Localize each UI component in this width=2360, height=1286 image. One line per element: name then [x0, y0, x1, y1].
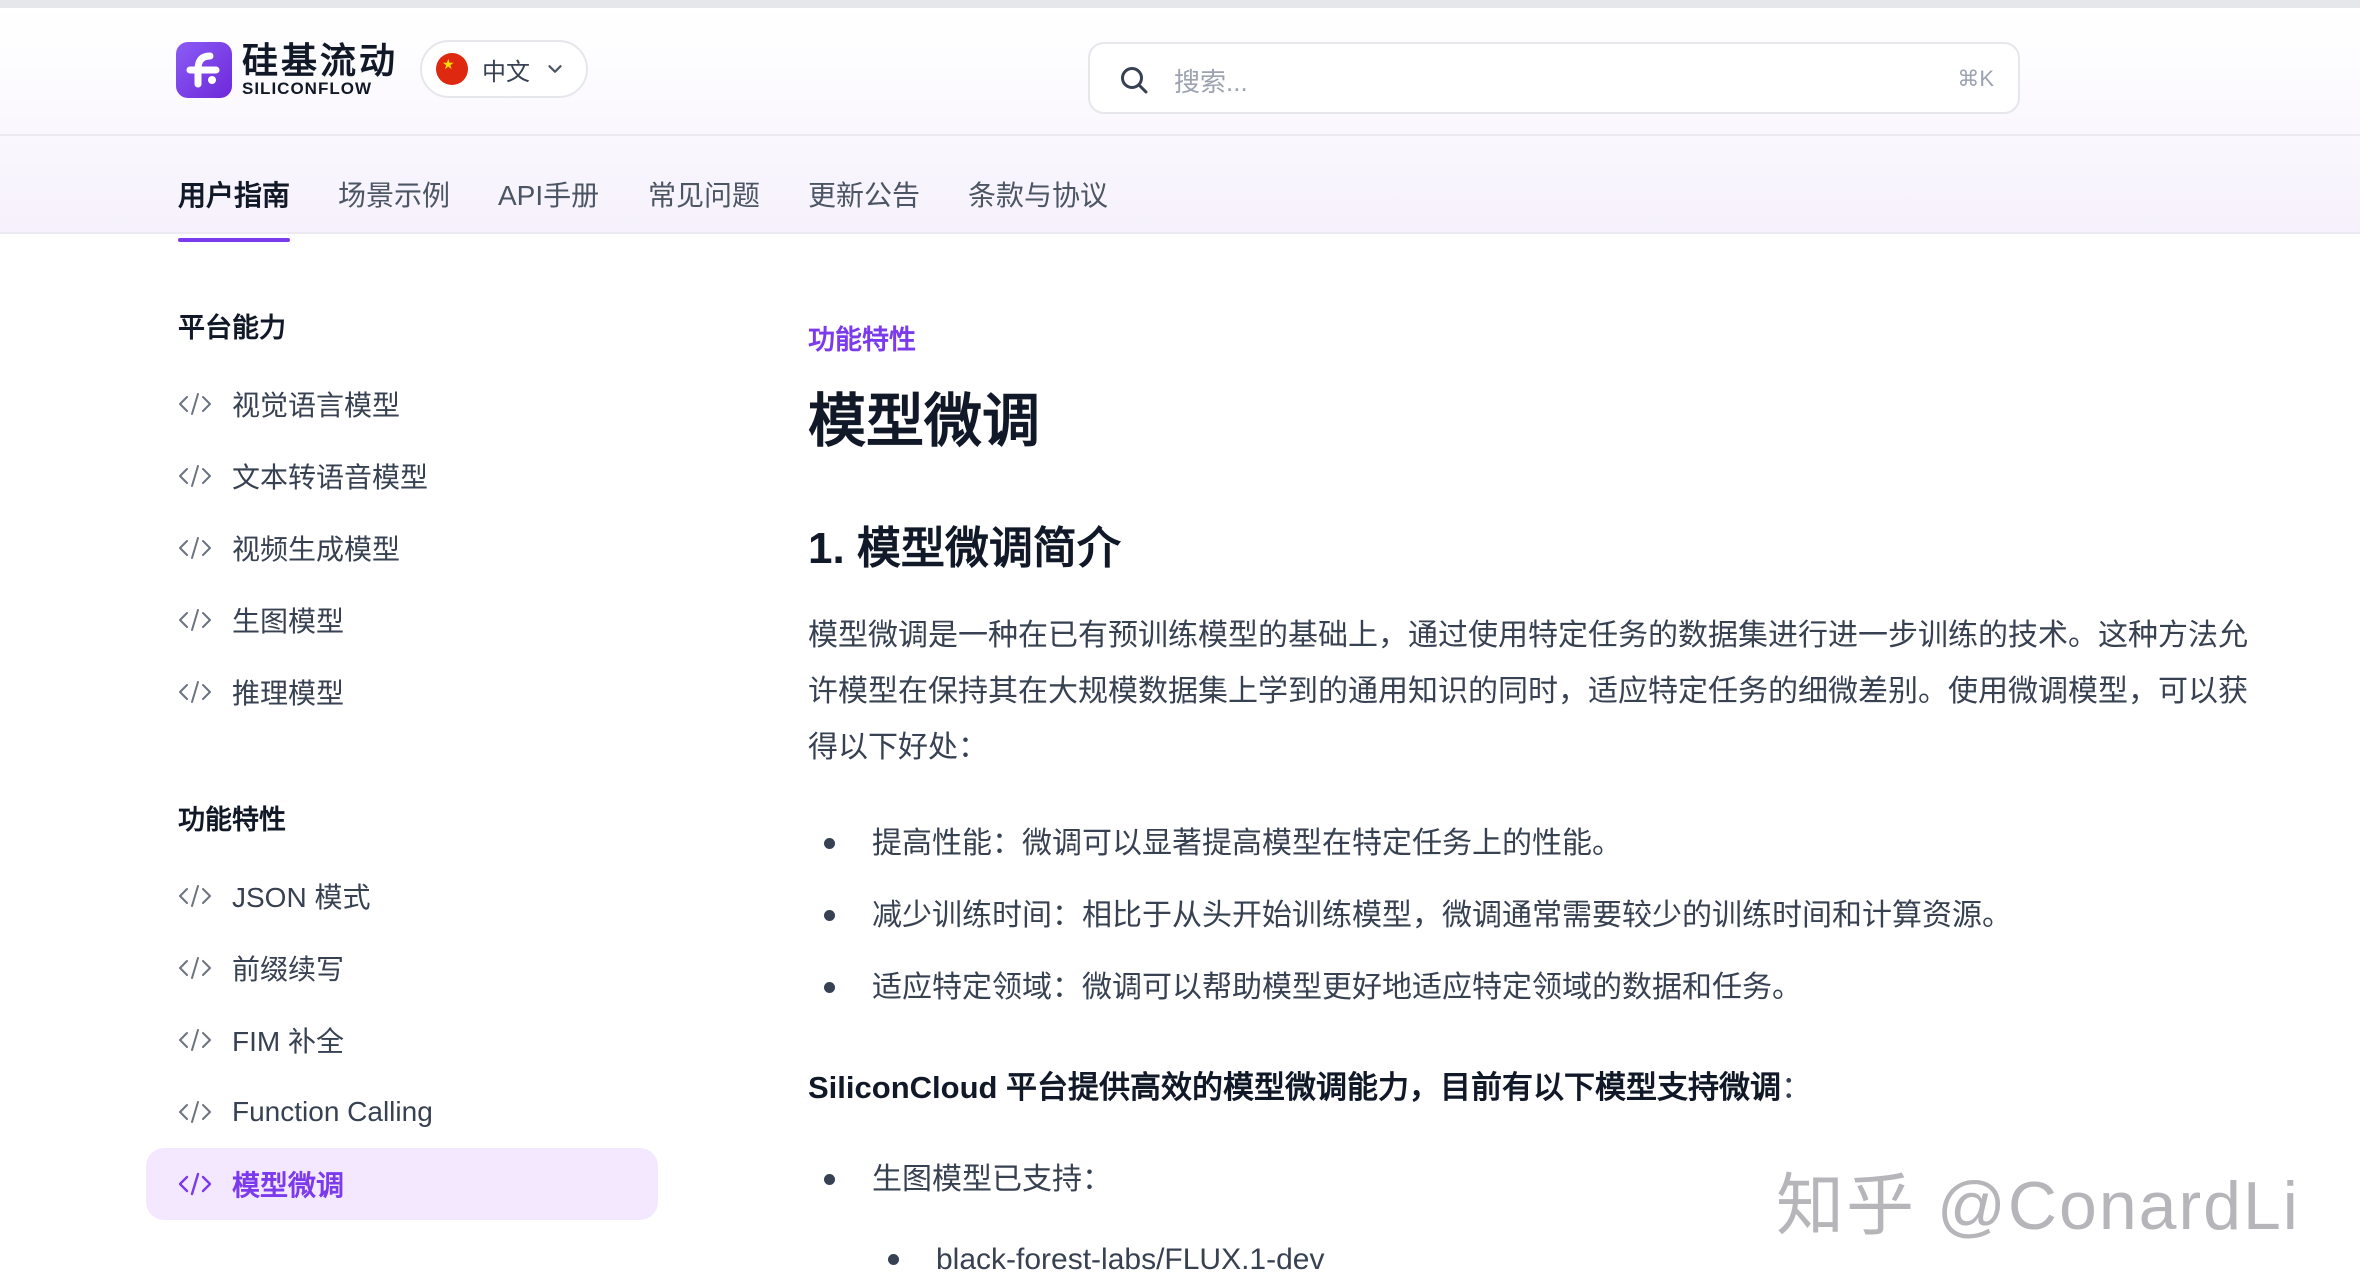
- logo-name-en: SILICONFLOW: [242, 79, 372, 98]
- tab-api-manual[interactable]: API手册: [498, 174, 599, 240]
- tab-scenario-examples[interactable]: 场景示例: [338, 174, 450, 240]
- bullet-dot: [824, 910, 835, 921]
- search-shortcut: ⌘K: [1957, 66, 1994, 91]
- code-icon: [179, 957, 211, 979]
- support-statement: SiliconCloud 平台提供高效的模型微调能力，目前有以下模型支持微调：: [808, 1070, 1813, 1105]
- top-border: [0, 0, 2360, 8]
- bullet-dot: [824, 838, 835, 849]
- sidebar-item-json-mode[interactable]: JSON 模式: [146, 860, 658, 932]
- sidebar-item-model-fine-tuning[interactable]: 模型微调: [146, 1148, 658, 1220]
- site-header: 硅基流动 SILICONFLOW ★ 中文 搜索... ⌘K 用户指南 场景示例…: [0, 8, 2360, 242]
- sidebar-heading-features: 功能特性: [178, 805, 286, 835]
- tab-changelog[interactable]: 更新公告: [808, 174, 920, 240]
- sidebar-item-label: 文本转语音模型: [232, 462, 429, 493]
- intro-paragraph: 模型微调是一种在已有预训练模型的基础上，通过使用特定任务的数据集进行进一步训练的…: [808, 619, 2248, 764]
- logo[interactable]: 硅基流动 SILICONFLOW: [176, 42, 398, 98]
- benefit-item: 适应特定领域：微调可以帮助模型更好地适应特定领域的数据和任务。: [872, 971, 1802, 1004]
- search-icon: [1121, 67, 1148, 94]
- china-flag-icon: ★: [436, 53, 468, 85]
- section-heading: 1. 模型微调简介: [808, 524, 1121, 573]
- bullet-dot: [824, 982, 835, 993]
- sidebar-item-label: JSON 模式: [232, 882, 371, 913]
- code-icon: [178, 1172, 212, 1196]
- code-icon: [179, 1101, 211, 1123]
- benefit-item: 减少训练时间：相比于从头开始训练模型，微调通常需要较少的训练时间和计算资源。: [872, 899, 2012, 932]
- tab-terms[interactable]: 条款与协议: [968, 174, 1108, 240]
- sidebar-item-function-calling[interactable]: Function Calling: [146, 1076, 658, 1148]
- sidebar-heading-platform: 平台能力: [178, 313, 286, 343]
- header-divider: [0, 134, 2360, 136]
- search-box[interactable]: 搜索... ⌘K: [1088, 42, 2020, 114]
- sidebar-item-label: 视频生成模型: [232, 534, 401, 565]
- sidebar-item-video-generation-model[interactable]: 视频生成模型: [146, 512, 658, 584]
- search-placeholder: 搜索...: [1174, 67, 1248, 97]
- language-label: 中文: [482, 58, 530, 86]
- top-nav: 用户指南 场景示例 API手册 常见问题 更新公告 条款与协议: [0, 174, 2360, 242]
- code-icon: [179, 465, 211, 487]
- code-icon: [179, 885, 211, 907]
- language-selector[interactable]: ★ 中文: [420, 40, 588, 98]
- code-icon: [179, 609, 211, 631]
- page-title: 模型微调: [808, 389, 1041, 454]
- sidebar-item-tts-model[interactable]: 文本转语音模型: [146, 440, 658, 512]
- sidebar-item-vision-language-model[interactable]: 视觉语言模型: [146, 368, 658, 440]
- sidebar-item-label: 前缀续写: [232, 954, 345, 985]
- tab-user-guide[interactable]: 用户指南: [178, 174, 291, 242]
- watermark: 知乎 @ConardLi: [1776, 1168, 2300, 1244]
- siliconflow-logo-icon: [176, 42, 232, 98]
- sidebar-item-reasoning-model[interactable]: 推理模型: [146, 656, 658, 728]
- supported-category: 生图模型已支持：: [872, 1163, 1112, 1196]
- sidebar-item-image-generation-model[interactable]: 生图模型: [146, 584, 658, 656]
- sidebar-item-label: FIM 补全: [232, 1026, 344, 1057]
- tab-faq[interactable]: 常见问题: [648, 174, 760, 240]
- code-icon: [179, 537, 211, 559]
- sidebar-item-label: 推理模型: [232, 678, 345, 709]
- chevron-down-icon: [548, 65, 562, 73]
- code-icon: [179, 681, 211, 703]
- logo-name-cn: 硅基流动: [242, 40, 399, 81]
- bullet-dot: [888, 1254, 899, 1265]
- sidebar-item-label: 视觉语言模型: [232, 390, 401, 421]
- supported-model: black-forest-labs/FLUX.1-dev: [936, 1243, 1325, 1276]
- sidebar-item-fim-completion[interactable]: FIM 补全: [146, 1004, 658, 1076]
- active-tab-indicator: [178, 238, 291, 242]
- code-icon: [179, 393, 211, 415]
- benefit-item: 提高性能：微调可以显著提高模型在特定任务上的性能。: [872, 827, 1622, 860]
- code-icon: [179, 1029, 211, 1051]
- sidebar-item-label: 模型微调: [232, 1170, 345, 1201]
- section-eyebrow: 功能特性: [808, 325, 916, 355]
- sidebar-item-label: 生图模型: [232, 606, 345, 637]
- bullet-dot: [824, 1174, 835, 1185]
- sidebar-item-prefix-completion[interactable]: 前缀续写: [146, 932, 658, 1004]
- sidebar-item-label: Function Calling: [232, 1096, 433, 1127]
